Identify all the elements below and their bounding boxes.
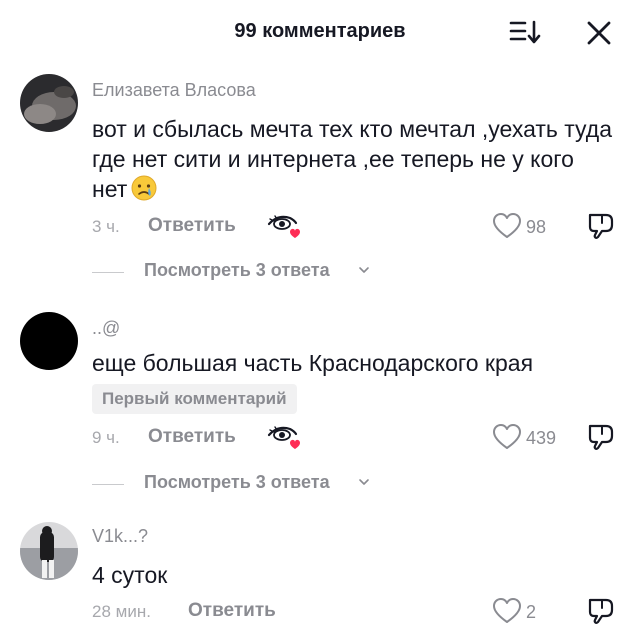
username[interactable]: ..@ [92, 318, 120, 339]
avatar[interactable] [20, 522, 78, 580]
comments-header: 99 комментариев [0, 0, 640, 62]
dislike-icon[interactable] [586, 596, 616, 626]
reply-button[interactable]: Ответить [188, 600, 276, 622]
reply-button[interactable]: Ответить [148, 215, 236, 237]
view-replies-label: Посмотреть 3 ответа [144, 472, 330, 492]
comment-item: V1k...? 4 суток 28 мин. Ответить 2 [0, 522, 640, 632]
first-comment-badge: Первый комментарий [92, 384, 297, 414]
comment-text: еще большая часть Краснодарского края [92, 350, 534, 376]
comment-actions: 28 мин. Ответить 2 [92, 596, 632, 627]
reply-button[interactable]: Ответить [148, 426, 236, 448]
divider-line [92, 272, 124, 273]
avatar[interactable] [20, 312, 78, 370]
comment-text-content: вот и сбылась мечта тех кто мечтал ,уеха… [92, 116, 613, 202]
view-replies-label: Посмотреть 3 ответа [144, 260, 330, 280]
username[interactable]: V1k...? [92, 526, 148, 547]
chevron-down-icon [359, 267, 369, 273]
heart-icon [493, 213, 521, 238]
dislike-icon[interactable] [586, 422, 616, 452]
timestamp: 9 ч. [92, 428, 120, 447]
close-icon[interactable] [584, 18, 614, 48]
like-count: 439 [526, 428, 557, 448]
avatar[interactable] [20, 74, 78, 132]
sticker-reaction-icon[interactable] [266, 421, 300, 451]
like-count: 98 [526, 217, 547, 237]
dislike-icon[interactable] [586, 211, 616, 241]
timestamp: 28 мин. [92, 602, 151, 621]
comment-item: Елизавета Власова вот и сбылась мечта те… [0, 74, 640, 294]
comment-text: вот и сбылась мечта тех кто мечтал ,уеха… [92, 114, 612, 208]
timestamp: 3 ч. [92, 217, 120, 236]
sort-icon[interactable] [508, 18, 542, 46]
heart-icon [493, 424, 521, 449]
comment-actions: 9 ч. Ответить 439 [92, 422, 632, 453]
like-button[interactable]: 439 [492, 423, 572, 453]
username[interactable]: Елизавета Власова [92, 80, 256, 101]
divider-line [92, 484, 124, 485]
chevron-down-icon [359, 479, 369, 485]
comment-actions: 3 ч. Ответить 98 [92, 211, 632, 242]
heart-icon [493, 598, 521, 623]
crying-face-emoji [131, 175, 157, 208]
view-replies-button[interactable]: Посмотреть 3 ответа [92, 260, 392, 284]
sticker-reaction-icon[interactable] [266, 210, 300, 240]
view-replies-button[interactable]: Посмотреть 3 ответа [92, 472, 392, 496]
comment-text: 4 суток [92, 562, 168, 588]
comment-count-title: 99 комментариев [234, 20, 406, 42]
like-button[interactable]: 98 [492, 212, 562, 242]
comment-item: ..@ еще большая часть Краснодарского кра… [0, 312, 640, 502]
like-count: 2 [526, 602, 537, 622]
like-button[interactable]: 2 [492, 597, 552, 627]
